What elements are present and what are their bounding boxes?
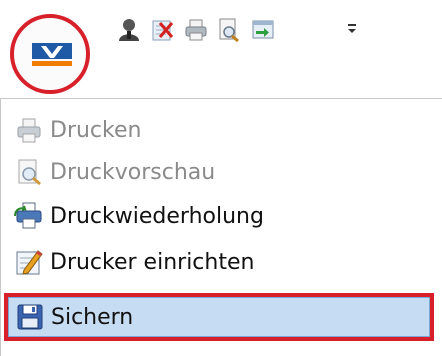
- printer-icon: [17, 118, 41, 143]
- volksbank-logo-icon: [32, 43, 72, 66]
- menu-item-label: Druckwiederholung: [50, 203, 264, 229]
- export-icon[interactable]: [250, 17, 276, 43]
- menu-item-druckwiederholung[interactable]: Druckwiederholung: [10, 196, 435, 236]
- selection-highlight: Sichern: [8, 297, 430, 337]
- reprint-icon: [14, 202, 42, 229]
- save-icon: [17, 304, 43, 330]
- application-menu: Drucken Druckvorschau Druckwiederholung: [0, 98, 442, 356]
- app-window: Drucken Druckvorschau Druckwiederholung: [0, 0, 442, 356]
- chevron-down-icon[interactable]: [346, 22, 358, 36]
- user-icon[interactable]: [116, 17, 142, 43]
- menu-item-drucker-einrichten[interactable]: Drucker einrichten: [10, 242, 435, 282]
- print-preview-icon: [18, 159, 41, 186]
- menu-item-label: Druckvorschau: [50, 159, 216, 185]
- menu-item-label: Sichern: [51, 304, 134, 330]
- menu-item-label: Drucker einrichten: [50, 249, 255, 275]
- printer-setup-icon: [16, 250, 43, 275]
- application-menu-button[interactable]: [10, 14, 90, 94]
- quick-access-toolbar: [0, 0, 442, 95]
- print-icon[interactable]: [183, 17, 209, 43]
- delete-document-icon[interactable]: [150, 17, 176, 43]
- menu-item-drucken[interactable]: Drucken: [10, 110, 435, 150]
- menu-item-label: Drucken: [50, 117, 142, 143]
- menu-item-druckvorschau[interactable]: Druckvorschau: [10, 152, 435, 192]
- menu-item-sichern[interactable]: Sichern: [4, 293, 434, 341]
- print-preview-icon[interactable]: [216, 17, 242, 43]
